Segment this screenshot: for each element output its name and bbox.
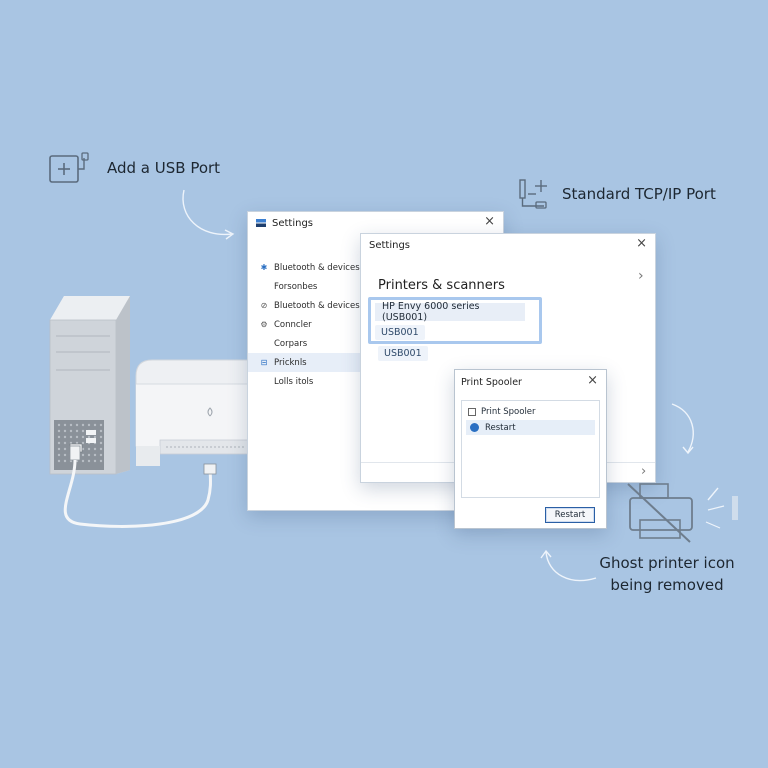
service-name: Print Spooler (481, 406, 536, 417)
spooler-dialog-title: Print Spooler (461, 376, 522, 388)
services-list: Print Spooler Restart (461, 400, 600, 498)
ghost-printer-icon (624, 478, 744, 550)
nav-item-label: Lolls itols (274, 376, 314, 387)
ghost-arrow (540, 544, 600, 586)
ghost-printer-callout: Ghost printer icon being removed (592, 552, 742, 596)
print-spooler-dialog: Print Spooler × Print Spooler Restart Re… (454, 369, 607, 529)
settings-window-title: Settings (272, 217, 314, 229)
service-icon (468, 407, 476, 416)
usb-cable (50, 430, 220, 530)
nav-item-label: Bluetooth & devices (274, 262, 360, 273)
printers-titlebar: Settings × (361, 234, 655, 256)
restart-icon (470, 423, 479, 432)
nav-item-bluetooth[interactable]: ✱ Bluetooth & devices (248, 258, 361, 277)
nav-item-label: Corpars (274, 338, 308, 349)
nav-item-pricknls[interactable]: ⊟ Pricknls (248, 353, 361, 372)
close-icon[interactable]: × (484, 215, 495, 229)
nav-item-label: Forsonbes (274, 281, 318, 292)
close-icon[interactable]: × (636, 237, 647, 251)
ghost-callout-line-2: being removed (610, 576, 724, 594)
nav-item-bluetooth-devices[interactable]: ⊘ Bluetooth & devices (248, 296, 361, 315)
port-label-2[interactable]: USB001 (378, 346, 428, 361)
bluetooth-icon: ✱ (260, 263, 268, 272)
printer-list-item[interactable]: HP Envy 6000 series (USB001) (375, 301, 525, 323)
restart-action-row[interactable]: Restart (466, 420, 595, 435)
settings-app-icon (256, 219, 266, 227)
usb-port-callout: Add a USB Port (107, 159, 221, 177)
settings-nav: ✱ Bluetooth & devices Forsonbes ⊘ Blueto… (248, 258, 361, 391)
printers-window-title: Settings (369, 239, 411, 251)
nav-item-lolls-itols[interactable]: Lolls itols (248, 372, 361, 391)
nav-item-label: Bluetooth & devices (274, 300, 360, 311)
restart-button[interactable]: Restart (545, 507, 595, 523)
page-title: Printers & scanners (378, 278, 505, 293)
nav-item-conncler[interactable]: ⚙ Conncler (248, 315, 361, 334)
network-port-icon (516, 176, 552, 212)
printer-name: HP Envy 6000 series (USB001) (382, 301, 480, 323)
chevron-right-icon[interactable]: › (638, 268, 644, 284)
nav-item-label: Pricknls (274, 357, 307, 368)
usb-arrow (178, 186, 240, 244)
nav-item-label: Conncler (274, 319, 312, 330)
spooler-titlebar: Print Spooler × (455, 370, 606, 394)
close-icon[interactable]: × (587, 374, 598, 388)
spooler-arrow (664, 400, 704, 460)
settings-titlebar: Settings × (248, 212, 503, 234)
usb-port-icon (48, 152, 96, 184)
tcpip-port-callout: Standard TCP/IP Port (562, 185, 716, 203)
gear-icon: ⚙ (260, 320, 268, 329)
restart-action-label: Restart (485, 422, 516, 433)
chevron-right-icon[interactable]: › (641, 464, 646, 479)
port-label-1[interactable]: USB001 (375, 325, 425, 340)
link-icon: ⊘ (260, 301, 268, 310)
service-row-print-spooler[interactable]: Print Spooler (462, 404, 599, 419)
printer-icon: ⊟ (260, 358, 268, 367)
nav-item-forsonbes[interactable]: Forsonbes (248, 277, 361, 296)
ghost-callout-line-1: Ghost printer icon (599, 554, 735, 572)
nav-item-corpars[interactable]: Corpars (248, 334, 361, 353)
